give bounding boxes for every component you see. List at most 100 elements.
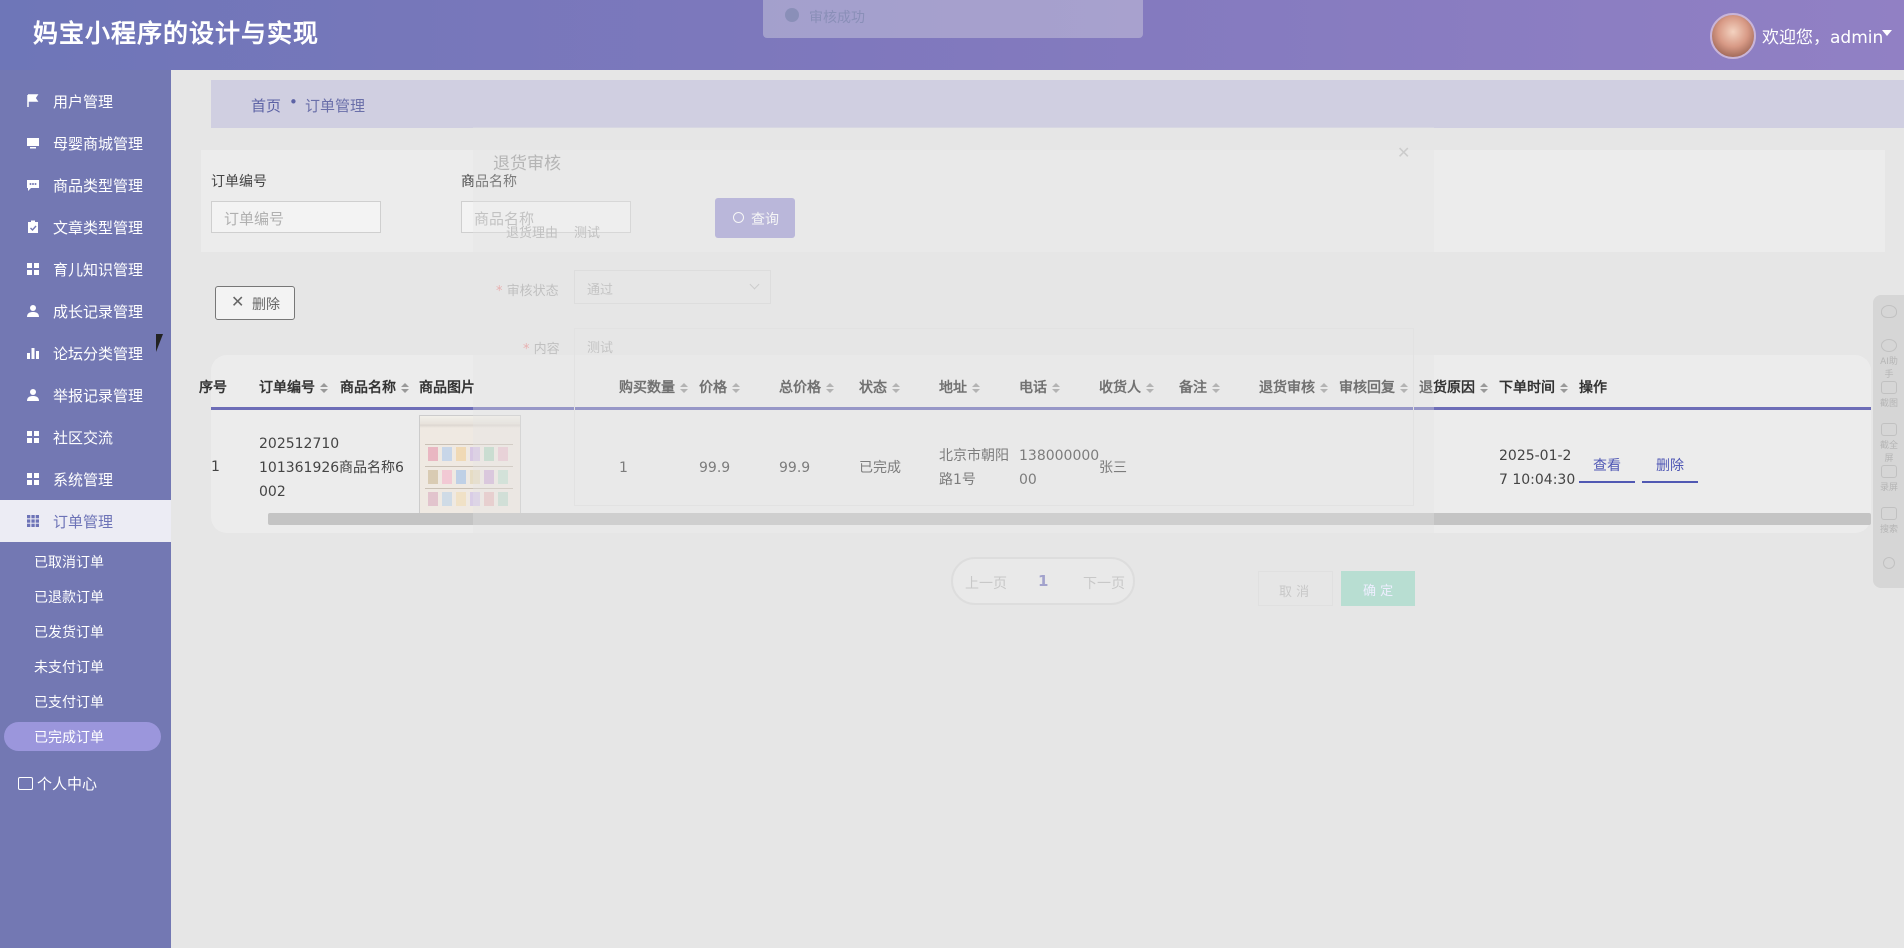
- cell-product-name: 商品名称6: [339, 460, 404, 476]
- col-order-no[interactable]: 订单编号: [259, 377, 328, 397]
- grid-icon: [27, 473, 39, 485]
- toolbar-label: 录屏: [1880, 483, 1899, 493]
- sidebar-item-label: 个人中心: [37, 775, 98, 793]
- review-status-label: * 审核状态: [496, 284, 559, 299]
- order-no-label: 订单编号: [211, 174, 267, 190]
- check-circle-icon: [785, 8, 799, 22]
- col-order-time[interactable]: 下单时间: [1499, 377, 1568, 397]
- welcome-text[interactable]: 欢迎您，admin: [1762, 23, 1883, 48]
- submenu-cancelled-orders[interactable]: 已取消订单: [34, 552, 104, 572]
- record-screen-button[interactable]: 录屏: [1880, 465, 1898, 493]
- sidebar-item-article-types[interactable]: 文章类型管理: [0, 206, 171, 248]
- toolbar-label: 截图: [1880, 399, 1899, 409]
- sort-icon[interactable]: [1560, 383, 1568, 393]
- close-icon: ✕: [231, 292, 245, 311]
- cell-time-2: 7 10:04:30: [1499, 472, 1576, 488]
- breadcrumb-home[interactable]: 首页: [251, 95, 281, 116]
- toast-text: 审核成功: [809, 10, 865, 26]
- flag-icon: [27, 94, 39, 107]
- top-header: 妈宝小程序的设计与实现 审核成功 欢迎您，admin: [0, 0, 1904, 70]
- ai-assistant-button[interactable]: AI助手: [1880, 339, 1898, 380]
- screenshot-button[interactable]: 截图: [1880, 381, 1898, 409]
- close-icon[interactable]: ✕: [1397, 143, 1410, 162]
- submenu-paid-orders[interactable]: 已支付订单: [34, 692, 104, 712]
- sort-icon[interactable]: [320, 383, 328, 393]
- content-label: * 内容: [523, 342, 560, 357]
- delete-button-label: 删除: [252, 297, 280, 313]
- grid-icon: [27, 431, 39, 443]
- sidebar-item-product-types[interactable]: 商品类型管理: [0, 164, 171, 206]
- monitor-icon: [27, 138, 39, 149]
- floating-toolbar: AI助手 截图 截全屏 录屏 搜索: [1873, 295, 1904, 588]
- content-textarea[interactable]: 测试: [574, 328, 1414, 506]
- avatar[interactable]: [1710, 13, 1756, 59]
- col-product-image: 商品图片: [419, 380, 475, 396]
- breadcrumb-current: 订单管理: [305, 97, 366, 115]
- grid-icon: [27, 263, 39, 275]
- sidebar-item-community[interactable]: 社区交流: [0, 416, 171, 458]
- sidebar-item-parenting[interactable]: 育儿知识管理: [0, 248, 171, 290]
- cell-order-no-2: 101361926: [259, 460, 340, 476]
- sidebar-item-forum-categories[interactable]: 论坛分类管理: [0, 332, 171, 374]
- reason-value: 测试: [574, 226, 601, 241]
- submenu-refunded-orders[interactable]: 已退款订单: [34, 587, 104, 607]
- settings-icon[interactable]: [1880, 557, 1898, 571]
- sidebar-item-users[interactable]: 用户管理: [0, 80, 171, 122]
- bar-chart-icon: [27, 348, 39, 359]
- grid-icon: [27, 515, 39, 527]
- sidebar-item-label: 论坛分类管理: [53, 345, 144, 363]
- sidebar-item-label: 成长记录管理: [53, 303, 144, 321]
- sidebar-item-growth[interactable]: 成长记录管理: [0, 290, 171, 332]
- sidebar: 用户管理 母婴商城管理 商品类型管理 文章类型管理 育儿知识管理 成长记录管理 …: [0, 70, 171, 948]
- sort-icon[interactable]: [1480, 383, 1488, 393]
- sidebar-item-label: 母婴商城管理: [53, 135, 144, 153]
- toolbar-label: 搜索: [1880, 525, 1899, 535]
- sidebar-item-label: 商品类型管理: [53, 177, 144, 195]
- sidebar-item-label: 订单管理: [53, 513, 114, 531]
- sidebar-item-reports[interactable]: 举报记录管理: [0, 374, 171, 416]
- sidebar-item-label: 育儿知识管理: [53, 261, 144, 279]
- select-value: 通过: [587, 283, 614, 298]
- fullscreen-capture-button[interactable]: 截全屏: [1880, 423, 1898, 464]
- shield-icon[interactable]: [1880, 305, 1898, 320]
- view-button[interactable]: 查看: [1579, 455, 1635, 483]
- sort-icon[interactable]: [401, 383, 409, 393]
- order-no-input[interactable]: 订单编号: [211, 201, 381, 233]
- sidebar-item-label: 社区交流: [53, 429, 114, 447]
- search-button[interactable]: 搜索: [1880, 507, 1898, 535]
- user-icon: [27, 305, 39, 317]
- return-review-dialog: 退货审核 ✕ 退货理由 测试 * 审核状态 通过 * 内容 测试 取 消 确 定: [473, 127, 1434, 627]
- breadcrumb-separator: •: [289, 93, 298, 111]
- sidebar-item-label: 系统管理: [53, 471, 114, 489]
- confirm-button[interactable]: 确 定: [1341, 571, 1415, 606]
- id-card-icon: [18, 777, 33, 790]
- row-delete-button[interactable]: 删除: [1642, 455, 1698, 483]
- col-product-name[interactable]: 商品名称: [340, 377, 409, 397]
- submenu-completed-orders[interactable]: 已完成订单: [34, 727, 104, 747]
- breadcrumb: 首页 • 订单管理: [211, 80, 1904, 128]
- sidebar-item-system[interactable]: 系统管理: [0, 458, 171, 500]
- toolbar-label: 截全屏: [1880, 441, 1899, 464]
- user-icon: [27, 389, 39, 401]
- chat-icon: [27, 180, 39, 191]
- success-toast: 审核成功: [763, 0, 1143, 38]
- dialog-title: 退货审核: [493, 154, 561, 174]
- batch-delete-button[interactable]: ✕ 删除: [215, 286, 295, 320]
- submenu-shipped-orders[interactable]: 已发货订单: [34, 622, 104, 642]
- sidebar-item-mall[interactable]: 母婴商城管理: [0, 122, 171, 164]
- submenu-unpaid-orders[interactable]: 未支付订单: [34, 657, 104, 677]
- sidebar-item-label: 举报记录管理: [53, 387, 144, 405]
- chevron-down-icon: [749, 279, 760, 290]
- review-status-select[interactable]: 通过: [574, 270, 771, 304]
- chevron-down-icon[interactable]: [1882, 30, 1892, 36]
- cell-order-no-3: 002: [259, 484, 286, 500]
- cancel-button[interactable]: 取 消: [1258, 571, 1333, 606]
- cell-order-no-1: 202512710: [259, 436, 340, 452]
- sidebar-item-orders[interactable]: 订单管理: [0, 500, 171, 542]
- app-title: 妈宝小程序的设计与实现: [33, 19, 320, 48]
- sidebar-item-profile[interactable]: 个人中心: [18, 773, 97, 794]
- mouse-cursor-icon: [156, 334, 163, 352]
- col-actions: 操作: [1579, 380, 1607, 396]
- cell-time-1: 2025-01-2: [1499, 448, 1572, 464]
- sidebar-item-label: 文章类型管理: [53, 219, 144, 237]
